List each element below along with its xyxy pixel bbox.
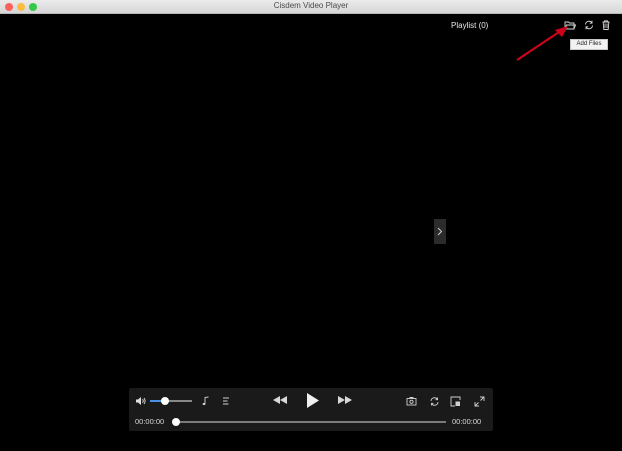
camera-snapshot-icon[interactable]	[406, 396, 417, 406]
window-titlebar: Cisdem Video Player	[0, 0, 622, 14]
seek-bar[interactable]	[176, 421, 446, 423]
volume-slider[interactable]	[150, 400, 192, 402]
fast-forward-icon[interactable]	[337, 395, 353, 405]
playlist-title: Playlist (0)	[451, 21, 489, 30]
add-files-tooltip: Add Files	[570, 39, 608, 50]
fullscreen-icon[interactable]	[474, 396, 485, 407]
volume-icon[interactable]	[135, 396, 147, 406]
seek-bar-knob[interactable]	[172, 418, 180, 426]
volume-slider-knob[interactable]	[160, 397, 169, 405]
video-area[interactable]	[0, 14, 622, 451]
picture-in-picture-icon[interactable]	[450, 396, 461, 407]
chevron-right-icon	[437, 227, 443, 236]
loop-icon[interactable]	[429, 396, 440, 407]
subtitle-icon[interactable]	[222, 396, 230, 406]
window-title: Cisdem Video Player	[273, 1, 349, 10]
annotation-arrow	[516, 26, 568, 61]
total-duration: 00:00:00	[452, 417, 482, 426]
refresh-icon[interactable]	[583, 19, 595, 31]
rewind-icon[interactable]	[272, 395, 288, 405]
play-icon[interactable]	[306, 392, 320, 409]
trash-icon[interactable]	[600, 19, 612, 31]
current-time: 00:00:00	[135, 417, 165, 426]
playlist-toggle-button[interactable]	[434, 219, 446, 244]
audio-track-icon[interactable]	[202, 396, 210, 406]
